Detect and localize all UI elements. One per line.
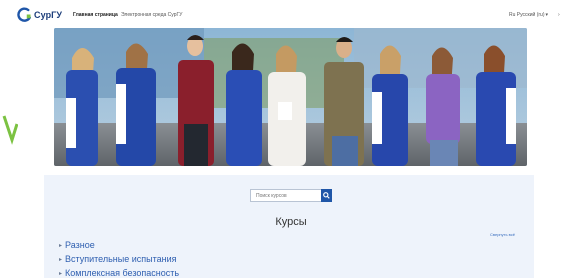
search-button[interactable] xyxy=(321,189,332,202)
user-menu-icon[interactable]: › xyxy=(558,12,560,18)
logo-text: СурГУ xyxy=(34,9,63,20)
course-category-label: Разное xyxy=(65,240,95,250)
search-icon xyxy=(323,192,330,199)
group-photo-image xyxy=(54,28,527,166)
nav-site-link[interactable]: Электронная среда СурГУ xyxy=(121,12,182,18)
course-category-item[interactable]: ▸ Комплексная безопасность xyxy=(59,268,179,278)
green-chevron-icon xyxy=(2,115,18,145)
top-navbar: СурГУ Главная страница Электронная среда… xyxy=(0,0,563,30)
caret-right-icon: ▸ xyxy=(59,243,63,249)
chevron-down-icon: ▾ xyxy=(545,12,549,18)
caret-right-icon: ▸ xyxy=(59,257,63,263)
logo-icon xyxy=(17,7,31,22)
hero-banner xyxy=(54,28,527,166)
language-label: Ru Русский (ru) xyxy=(509,12,545,18)
courses-heading: Курсы xyxy=(275,216,307,228)
collapse-all-link[interactable]: Свернуть всё xyxy=(490,232,515,237)
course-category-item[interactable]: ▸ Вступительные испытания xyxy=(59,254,177,264)
course-category-item[interactable]: ▸ Разное xyxy=(59,240,95,250)
site-logo[interactable]: СурГУ xyxy=(17,7,62,22)
language-selector[interactable]: Ru Русский (ru)▾ xyxy=(509,12,548,18)
course-search-input[interactable] xyxy=(250,189,322,202)
caret-right-icon: ▸ xyxy=(59,271,63,277)
course-category-label: Комплексная безопасность xyxy=(65,268,180,278)
nav-home-link[interactable]: Главная страница xyxy=(73,12,118,18)
course-category-label: Вступительные испытания xyxy=(65,254,177,264)
